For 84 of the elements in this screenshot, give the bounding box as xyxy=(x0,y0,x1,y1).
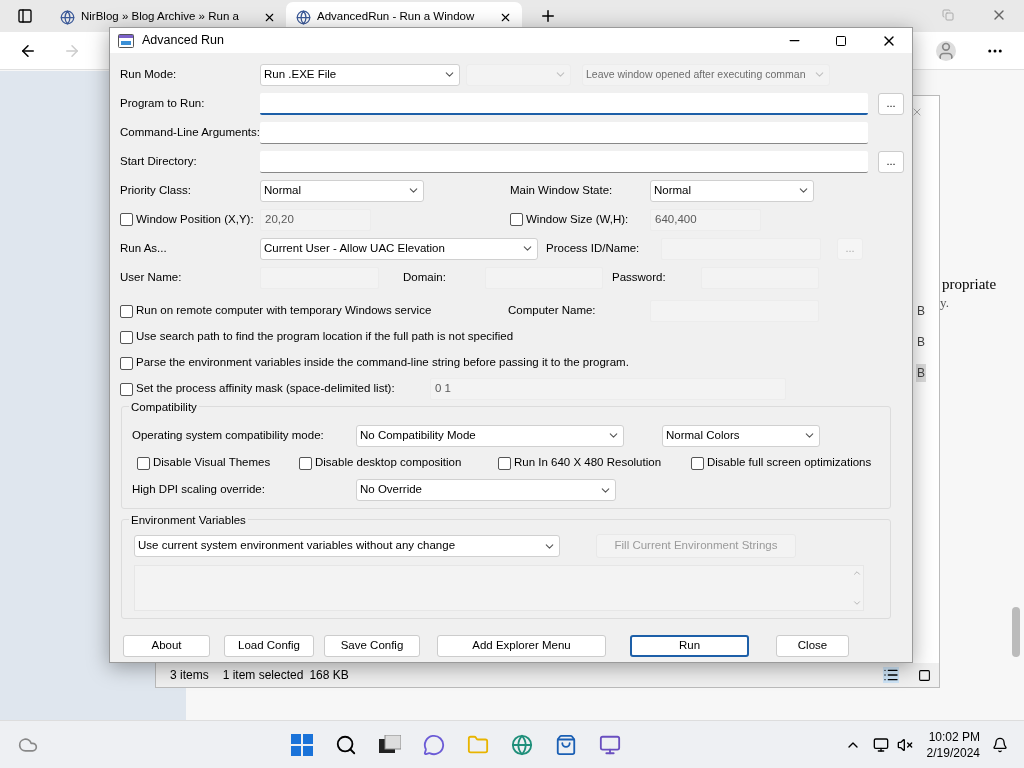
profile-icon[interactable] xyxy=(936,40,956,61)
browse-button[interactable]: ... xyxy=(878,92,904,115)
search-icon[interactable] xyxy=(335,733,358,756)
store-icon[interactable] xyxy=(555,733,578,756)
status-text: 1 item selected xyxy=(222,667,304,684)
mute-icon[interactable] xyxy=(896,736,913,753)
field-label: Password: xyxy=(612,270,666,283)
page-text: propriate xyxy=(942,275,997,294)
dialog-button[interactable]: About xyxy=(123,635,210,657)
field-label: Main Window State: xyxy=(510,183,613,196)
tab-title: NirBlog » Blog Archive » Run a xyxy=(81,9,240,25)
browser-tab[interactable]: NirBlog » Blog Archive » Run a xyxy=(50,2,286,32)
scrollbar-thumb[interactable] xyxy=(1012,607,1020,657)
maximize-icon[interactable] xyxy=(835,34,847,47)
field-label: Program to Run: xyxy=(120,96,205,109)
field-label: High DPI scaling override: xyxy=(132,483,265,496)
checkbox-label: Disable Visual Themes xyxy=(153,455,271,471)
checkbox-label: Window Position (X,Y): xyxy=(136,211,254,227)
dropdown[interactable]: Run .EXE File xyxy=(260,63,460,86)
checkbox[interactable] xyxy=(120,356,133,370)
app-icon xyxy=(118,33,134,48)
input-field[interactable] xyxy=(260,92,868,115)
dialog-button[interactable]: Save Config xyxy=(324,635,420,657)
status-text: 168 KB xyxy=(309,667,349,684)
input-field[interactable] xyxy=(260,121,868,144)
field-label: Command-Line Arguments: xyxy=(120,125,260,138)
checkbox-label: Disable full screen optimizations xyxy=(707,455,872,471)
dialog-button[interactable]: Run xyxy=(630,635,749,657)
file-size: B xyxy=(916,303,926,320)
field-label: Run Mode: xyxy=(120,67,177,80)
window-title: Advanced Run xyxy=(142,32,224,50)
input-field[interactable] xyxy=(260,150,868,173)
dropdown[interactable]: Use current system environment variables without any change xyxy=(134,535,560,557)
checkbox[interactable] xyxy=(137,456,150,470)
tiles-view-icon[interactable] xyxy=(918,668,931,682)
dropdown[interactable]: No Override xyxy=(356,479,616,501)
network-icon[interactable] xyxy=(872,736,889,753)
checkbox[interactable] xyxy=(498,456,511,470)
checkbox-label: Run on remote computer with temporary Windows service xyxy=(136,303,432,319)
file-size: B xyxy=(916,334,926,351)
clock-date: 2/19/2024 xyxy=(926,744,980,761)
clock-time: 10:02 PM xyxy=(928,728,980,745)
chat-icon[interactable] xyxy=(423,733,446,756)
start-icon[interactable] xyxy=(291,733,314,756)
site-icon xyxy=(60,9,75,25)
notification-icon[interactable] xyxy=(992,736,1008,753)
app-icon[interactable] xyxy=(599,733,622,756)
checkbox[interactable] xyxy=(299,456,312,470)
tab-actions-icon[interactable] xyxy=(17,8,33,24)
dropdown[interactable]: Normal xyxy=(260,179,424,202)
dropdown[interactable]: No Compatibility Mode xyxy=(356,424,624,447)
field-label: Priority Class: xyxy=(120,183,191,196)
field-label: Run As... xyxy=(120,241,167,254)
tab-title: AdvancedRun - Run a Window xyxy=(317,9,476,25)
checkbox-label: Disable desktop composition xyxy=(315,455,462,471)
checkbox[interactable] xyxy=(120,304,133,318)
field-label: Computer Name: xyxy=(508,304,596,317)
dropdown[interactable]: Current User - Allow UAC Elevation xyxy=(260,237,538,260)
checkbox-label: Run In 640 X 480 Resolution xyxy=(514,455,662,471)
checkbox-label: Window Size (W,H): xyxy=(526,211,629,227)
status-text: 3 items xyxy=(170,667,209,684)
details-view-icon[interactable] xyxy=(883,667,899,683)
task-view-icon[interactable] xyxy=(379,734,402,755)
page-text: y. xyxy=(940,294,949,312)
new-tab-icon[interactable] xyxy=(539,7,557,25)
field-label: Process ID/Name: xyxy=(546,241,640,254)
dialog-button[interactable]: Add Explorer Menu xyxy=(437,635,606,657)
site-icon xyxy=(296,9,311,25)
dropdown[interactable]: Normal xyxy=(650,179,814,202)
dialog-button[interactable]: Close xyxy=(776,635,849,657)
field-label: Domain: xyxy=(403,270,446,283)
field-label: Start Directory: xyxy=(120,154,197,167)
file-size: B xyxy=(916,364,926,382)
checkbox-label: Use search path to find the program location if the full path is not specified xyxy=(136,329,514,345)
dropdown[interactable]: Normal Colors xyxy=(662,424,820,447)
checkbox-label: Parse the environment variables inside the command-line string before passing it to the program. xyxy=(136,355,629,371)
field-label: User Name: xyxy=(120,270,182,283)
checkbox[interactable] xyxy=(691,456,704,470)
browser-icon[interactable] xyxy=(511,733,534,756)
checkbox-label: Set the process affinity mask (space-delimited list): xyxy=(136,381,395,397)
browse-button[interactable]: ... xyxy=(878,150,904,173)
dialog-button[interactable]: Load Config xyxy=(224,635,314,657)
field-label: Operating system compatibility mode: xyxy=(132,428,324,441)
checkbox[interactable] xyxy=(120,330,133,344)
